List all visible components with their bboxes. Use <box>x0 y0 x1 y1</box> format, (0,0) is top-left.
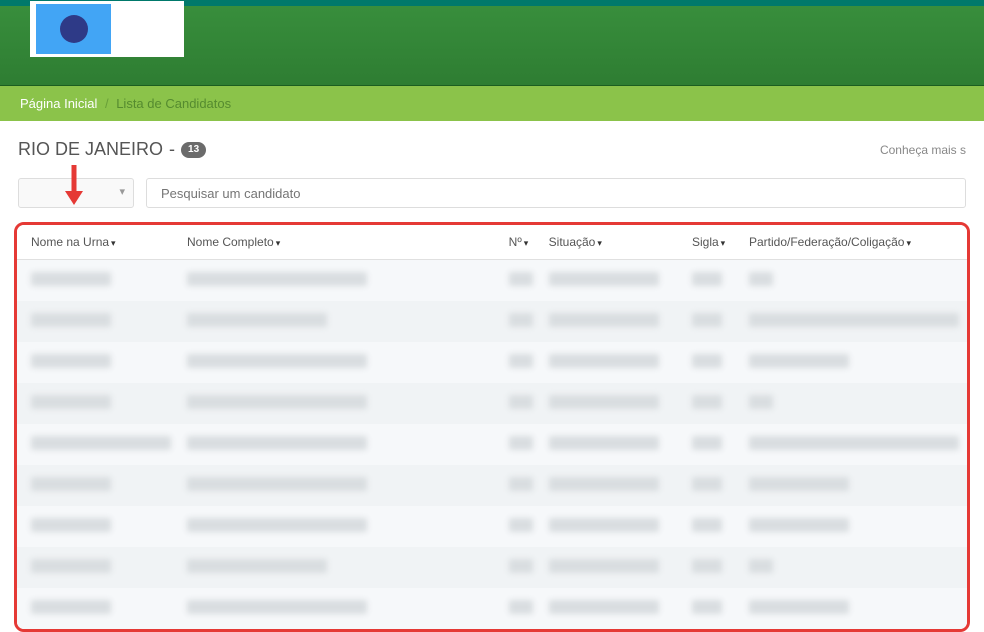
cell-nome <box>187 313 327 327</box>
cell-urna <box>31 477 111 491</box>
cell-numero <box>509 477 533 491</box>
filter-dropdown[interactable] <box>18 178 134 208</box>
col-header-numero[interactable]: Nº▾ <box>501 225 541 260</box>
cell-sigla <box>692 272 722 286</box>
cell-nome <box>187 272 367 286</box>
cell-nome <box>187 395 367 409</box>
sort-caret-icon: ▾ <box>524 238 529 248</box>
sort-caret-icon: ▾ <box>906 238 911 248</box>
cell-urna <box>31 354 111 368</box>
cell-situacao <box>549 559 659 573</box>
table-row[interactable] <box>17 547 967 588</box>
cell-numero <box>509 600 533 614</box>
cell-situacao <box>549 477 659 491</box>
cell-numero <box>509 436 533 450</box>
cell-situacao <box>549 395 659 409</box>
table-row[interactable] <box>17 342 967 383</box>
cell-partido <box>749 313 959 327</box>
cell-partido <box>749 436 959 450</box>
breadcrumb: Página Inicial / Lista de Candidatos <box>0 86 984 121</box>
cell-numero <box>509 559 533 573</box>
table-row[interactable] <box>17 424 967 465</box>
cell-sigla <box>692 518 722 532</box>
table-row[interactable] <box>17 588 967 629</box>
col-header-situacao[interactable]: Situação▾ <box>541 225 684 260</box>
search-input[interactable] <box>146 178 966 208</box>
cell-urna <box>31 395 111 409</box>
cell-partido <box>749 272 773 286</box>
cell-urna <box>31 559 111 573</box>
cell-situacao <box>549 313 659 327</box>
cell-numero <box>509 518 533 532</box>
cell-sigla <box>692 559 722 573</box>
cell-partido <box>749 518 849 532</box>
region-flag <box>30 1 184 57</box>
sort-caret-icon: ▾ <box>721 238 726 248</box>
cell-nome <box>187 354 367 368</box>
cell-sigla <box>692 313 722 327</box>
count-badge: 13 <box>181 142 206 158</box>
cell-urna <box>31 272 111 286</box>
candidates-table-highlight: Nome na Urna▾ Nome Completo▾ Nº▾ Situaçã… <box>14 222 970 632</box>
cell-partido <box>749 354 849 368</box>
cell-sigla <box>692 477 722 491</box>
col-header-nome[interactable]: Nome Completo▾ <box>179 225 501 260</box>
cell-urna <box>31 436 171 450</box>
more-info-link[interactable]: Conheça mais s <box>880 143 966 157</box>
cell-situacao <box>549 518 659 532</box>
cell-situacao <box>549 272 659 286</box>
col-header-urna[interactable]: Nome na Urna▾ <box>17 225 179 260</box>
cell-partido <box>749 559 773 573</box>
cell-numero <box>509 354 533 368</box>
cell-urna <box>31 518 111 532</box>
breadcrumb-current: Lista de Candidatos <box>116 96 231 111</box>
table-row[interactable] <box>17 260 967 302</box>
cell-nome <box>187 477 367 491</box>
cell-sigla <box>692 436 722 450</box>
col-header-partido[interactable]: Partido/Federação/Coligação▾ <box>741 225 967 260</box>
title-region: RIO DE JANEIRO <box>18 139 163 160</box>
cell-urna <box>31 313 111 327</box>
breadcrumb-separator: / <box>105 96 109 111</box>
breadcrumb-home-link[interactable]: Página Inicial <box>20 96 97 111</box>
table-row[interactable] <box>17 383 967 424</box>
cell-nome <box>187 518 367 532</box>
sort-caret-icon: ▾ <box>111 238 116 248</box>
cell-numero <box>509 395 533 409</box>
cell-partido <box>749 477 849 491</box>
title-separator: - <box>169 139 175 160</box>
cell-nome <box>187 559 327 573</box>
col-header-sigla[interactable]: Sigla▾ <box>684 225 741 260</box>
cell-sigla <box>692 600 722 614</box>
header-banner <box>0 6 984 86</box>
page-title: RIO DE JANEIRO - 13 <box>18 139 206 160</box>
candidates-table: Nome na Urna▾ Nome Completo▾ Nº▾ Situaçã… <box>17 225 967 629</box>
cell-situacao <box>549 436 659 450</box>
cell-sigla <box>692 354 722 368</box>
cell-partido <box>749 600 849 614</box>
cell-numero <box>509 313 533 327</box>
cell-urna <box>31 600 111 614</box>
cell-situacao <box>549 354 659 368</box>
cell-nome <box>187 436 367 450</box>
cell-numero <box>509 272 533 286</box>
table-row[interactable] <box>17 506 967 547</box>
sort-caret-icon: ▾ <box>597 238 602 248</box>
table-row[interactable] <box>17 465 967 506</box>
cell-partido <box>749 395 773 409</box>
cell-nome <box>187 600 367 614</box>
cell-situacao <box>549 600 659 614</box>
table-row[interactable] <box>17 301 967 342</box>
sort-caret-icon: ▾ <box>276 238 281 248</box>
cell-sigla <box>692 395 722 409</box>
